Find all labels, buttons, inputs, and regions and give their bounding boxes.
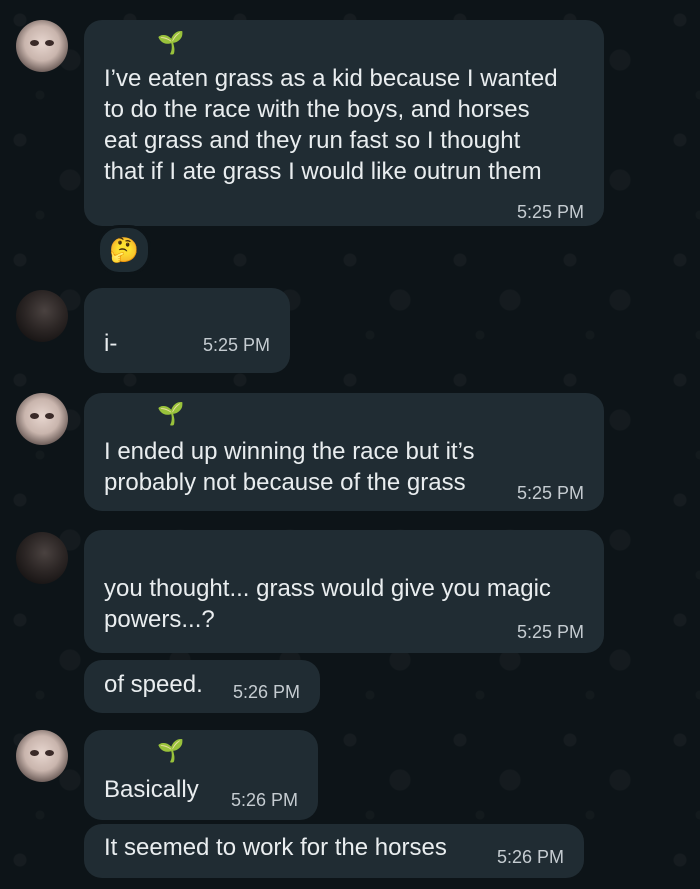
sprout-emoji-icon: 🌱 — [157, 401, 185, 426]
message-bubble[interactable]: i- 5:25 PM — [84, 288, 290, 373]
message-text: of speed. — [104, 671, 203, 698]
message-text: It seemed to work for the horses — [104, 834, 447, 861]
message-timestamp: 5:26 PM — [496, 847, 564, 867]
message-bubble[interactable]: of speed. 5:26 PM — [84, 660, 320, 713]
message-bubble[interactable]: 🌱 I ended up winning the race but it’s p… — [84, 393, 604, 511]
message-bubble[interactable]: It seemed to work for the horses 5:26 PM — [84, 824, 584, 878]
message-bubble[interactable]: 🌱 I’ve eaten grass as a kid because I wa… — [84, 20, 604, 226]
message-text: Basically — [104, 776, 199, 803]
message-timestamp: 5:26 PM — [230, 790, 298, 810]
sprout-emoji-icon: 🌱 — [157, 738, 185, 763]
sprout-emoji-icon: 🌱 — [157, 30, 185, 55]
message-text: you thought... grass would give you magi… — [104, 575, 551, 633]
thinking-reaction-icon[interactable]: 🤔 — [97, 225, 151, 275]
message-timestamp: 5:25 PM — [516, 483, 584, 503]
message-bubble[interactable]: you thought... grass would give you magi… — [84, 530, 604, 653]
avatar[interactable] — [16, 20, 68, 72]
avatar[interactable] — [16, 290, 68, 342]
message-text: I’ve eaten grass as a kid because I want… — [104, 65, 558, 185]
message-text: i- — [104, 330, 118, 357]
message-timestamp: 5:25 PM — [516, 202, 584, 222]
message-timestamp: 5:25 PM — [516, 622, 584, 642]
avatar[interactable] — [16, 532, 68, 584]
message-bubble[interactable]: 🌱 Basically 5:26 PM — [84, 730, 318, 820]
chat-thread[interactable]: 🌱 I’ve eaten grass as a kid because I wa… — [0, 0, 700, 889]
message-timestamp: 5:25 PM — [202, 335, 270, 355]
avatar[interactable] — [16, 730, 68, 782]
message-timestamp: 5:26 PM — [232, 682, 300, 702]
message-text: I ended up winning the race but it’s pro… — [104, 438, 475, 496]
avatar[interactable] — [16, 393, 68, 445]
